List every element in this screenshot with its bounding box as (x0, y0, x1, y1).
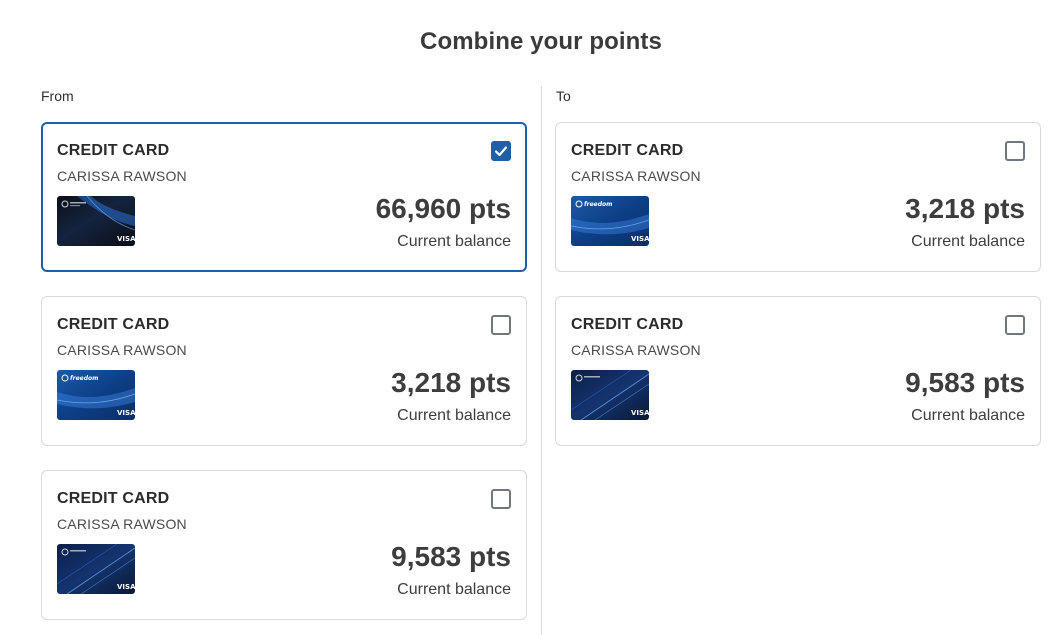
card-type-label: CREDIT CARD (571, 142, 684, 159)
card-type-label: CREDIT CARD (571, 316, 684, 333)
from-card-option[interactable]: CREDIT CARD CARISSA RAWSON VISA 9,583 pt… (41, 470, 527, 620)
card-select-checkbox[interactable] (491, 489, 511, 509)
card-select-checkbox[interactable] (491, 315, 511, 335)
from-card-option[interactable]: CREDIT CARD CARISSA RAWSON freedom VISA … (41, 296, 527, 446)
page-title: Combine your points (420, 28, 662, 55)
from-card-list: CREDIT CARD CARISSA RAWSON VISA 66,960 p… (41, 122, 527, 635)
card-holder-name: CARISSA RAWSON (571, 168, 701, 184)
combine-points-page: Combine your points From To CREDIT CARD … (0, 0, 1060, 635)
card-holder-name: CARISSA RAWSON (571, 342, 701, 358)
current-balance-label: Current balance (397, 581, 511, 598)
to-card-option[interactable]: CREDIT CARD CARISSA RAWSON VISA 9,583 pt… (555, 296, 1041, 446)
points-balance: 9,583 pts (905, 367, 1025, 398)
svg-text:freedom: freedom (70, 375, 98, 382)
current-balance-label: Current balance (911, 407, 1025, 424)
card-select-checkbox[interactable] (491, 141, 511, 161)
sapphire-preferred-card-art: VISA (571, 370, 649, 420)
sapphire-reserve-card-art: VISA (57, 196, 135, 246)
card-select-checkbox[interactable] (1005, 315, 1025, 335)
freedom-card-art: freedom VISA (57, 370, 135, 420)
points-balance: 3,218 pts (391, 367, 511, 398)
to-card-option[interactable]: CREDIT CARD CARISSA RAWSON freedom VISA … (555, 122, 1041, 272)
points-balance: 66,960 pts (375, 193, 511, 224)
column-divider (541, 86, 542, 635)
checkmark-icon (494, 146, 508, 157)
current-balance-label: Current balance (911, 233, 1025, 250)
card-holder-name: CARISSA RAWSON (57, 342, 187, 358)
sapphire-preferred-card-art: VISA (57, 544, 135, 594)
from-card-option[interactable]: CREDIT CARD CARISSA RAWSON VISA 66,960 p… (41, 122, 527, 272)
current-balance-label: Current balance (397, 407, 511, 424)
svg-text:VISA: VISA (117, 235, 135, 243)
card-holder-name: CARISSA RAWSON (57, 168, 187, 184)
card-type-label: CREDIT CARD (57, 490, 170, 507)
card-select-checkbox[interactable] (1005, 141, 1025, 161)
to-column-label: To (556, 88, 571, 104)
freedom-card-art: freedom VISA (571, 196, 649, 246)
svg-text:VISA: VISA (631, 235, 649, 243)
svg-text:freedom: freedom (584, 201, 612, 208)
points-balance: 3,218 pts (905, 193, 1025, 224)
card-type-label: CREDIT CARD (57, 316, 170, 333)
to-card-list: CREDIT CARD CARISSA RAWSON freedom VISA … (555, 122, 1041, 470)
points-balance: 9,583 pts (391, 541, 511, 572)
svg-text:VISA: VISA (117, 409, 135, 417)
svg-text:VISA: VISA (631, 409, 649, 417)
from-column-label: From (41, 88, 74, 104)
svg-text:VISA: VISA (117, 583, 135, 591)
current-balance-label: Current balance (397, 233, 511, 250)
card-type-label: CREDIT CARD (57, 142, 170, 159)
card-holder-name: CARISSA RAWSON (57, 516, 187, 532)
